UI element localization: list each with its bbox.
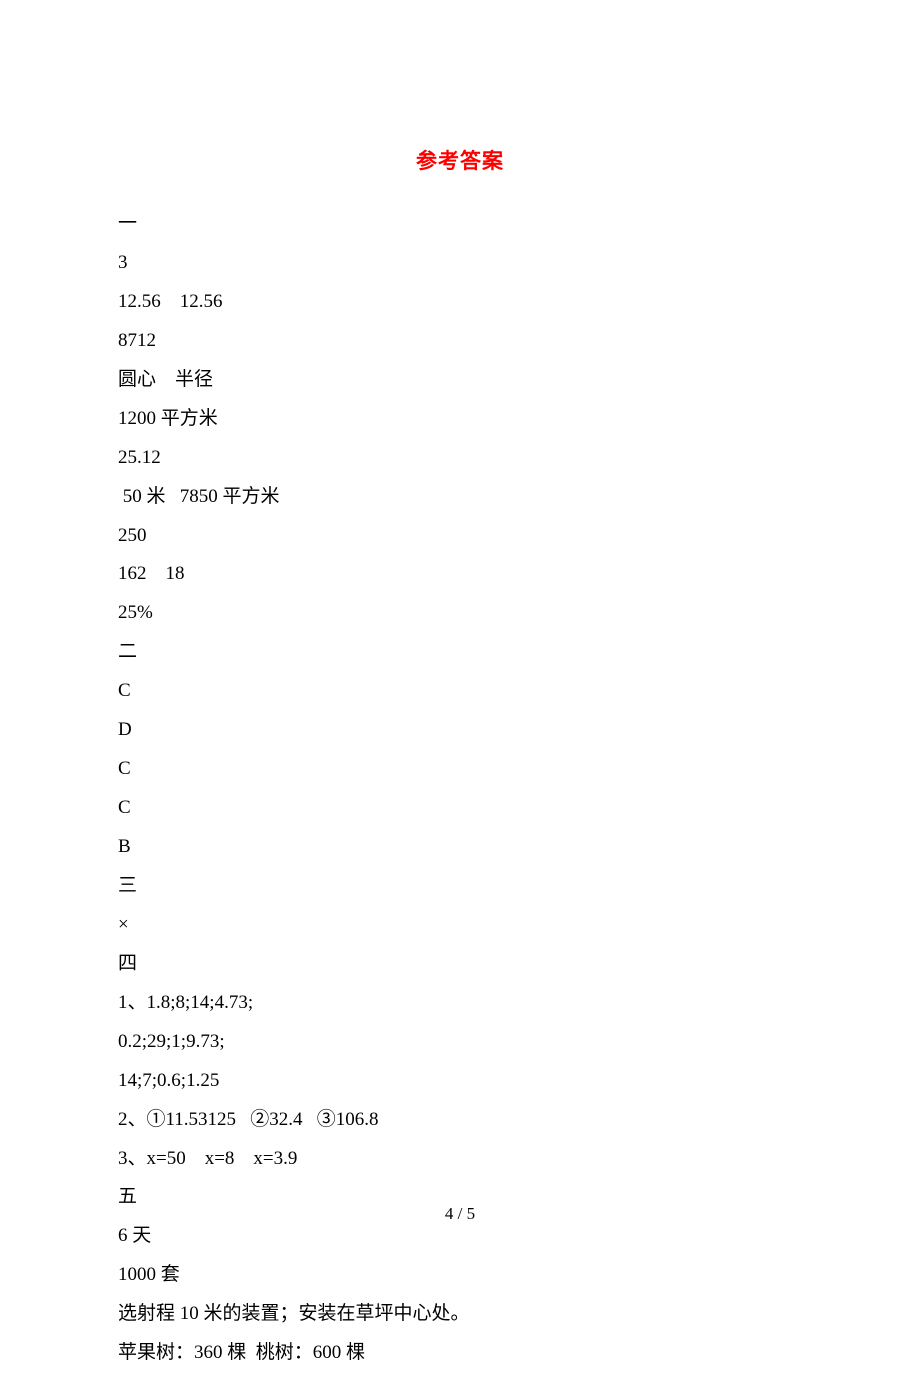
answer-line: 3	[118, 244, 802, 283]
answer-line: 25%	[118, 594, 802, 633]
answer-line: D	[118, 711, 802, 750]
answer-line: 3、x=50 x=8 x=3.9	[118, 1140, 802, 1179]
answer-line: C	[118, 750, 802, 789]
section-header-1: 一	[118, 205, 802, 244]
answer-line: 25.12	[118, 439, 802, 478]
answer-line: 162 18	[118, 555, 802, 594]
section-header-3: 三	[118, 867, 802, 906]
answer-line: 苹果树：360 棵 桃树：600 棵	[118, 1334, 802, 1373]
answer-line: B	[118, 828, 802, 867]
answer-line: 250	[118, 517, 802, 556]
answer-line: 12.56 12.56	[118, 283, 802, 322]
answer-line: 0.2;29;1;9.73;	[118, 1023, 802, 1062]
answer-line: 8712	[118, 322, 802, 361]
answer-line: C	[118, 789, 802, 828]
answer-line: 2、①11.53125 ②32.4 ③106.8	[118, 1101, 802, 1140]
answer-line: 50 米 7850 平方米	[118, 478, 802, 517]
answer-line: 1、1.8;8;14;4.73;	[118, 984, 802, 1023]
document-title: 参考答案	[118, 140, 802, 183]
answer-line: 圆心 半径	[118, 361, 802, 400]
document-page: 参考答案 一 3 12.56 12.56 8712 圆心 半径 1200 平方米…	[0, 0, 920, 1373]
page-number: 4 / 5	[0, 1197, 920, 1232]
section-header-2: 二	[118, 633, 802, 672]
answer-line: C	[118, 672, 802, 711]
answer-line: 14;7;0.6;1.25	[118, 1062, 802, 1101]
answer-line: 选射程 10 米的装置；安装在草坪中心处。	[118, 1295, 802, 1334]
answer-line: ×	[118, 906, 802, 945]
section-header-4: 四	[118, 945, 802, 984]
answer-line: 1000 套	[118, 1256, 802, 1295]
answer-line: 1200 平方米	[118, 400, 802, 439]
